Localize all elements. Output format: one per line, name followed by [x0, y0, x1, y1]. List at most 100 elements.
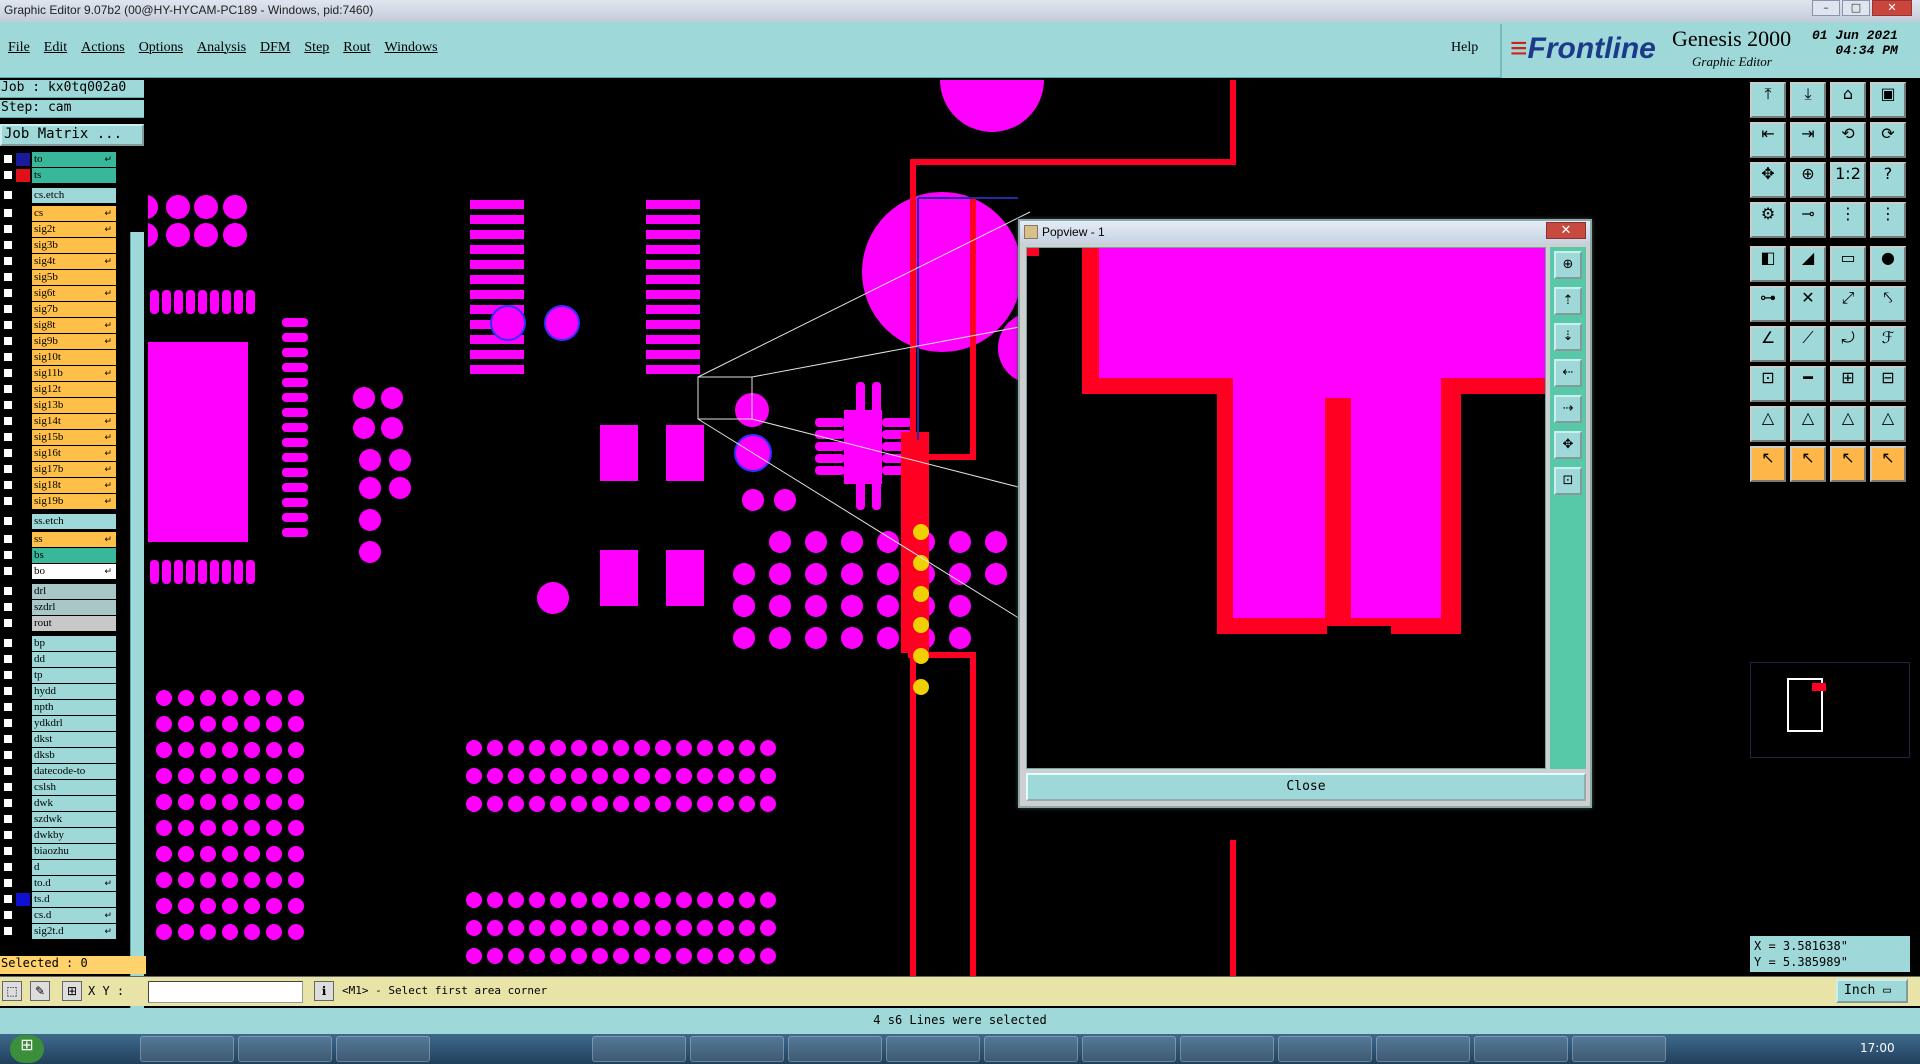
layer-name[interactable]: dd [32, 652, 116, 667]
layer-checkbox[interactable] [3, 618, 13, 628]
layer-row[interactable]: npth [0, 700, 118, 715]
center-icon[interactable]: ⊕ [1790, 162, 1826, 198]
overview-map[interactable] [1750, 662, 1910, 758]
layer-checkbox[interactable] [3, 878, 13, 888]
layer-checkbox[interactable] [3, 830, 13, 840]
layer-name[interactable]: dkst [32, 732, 116, 747]
layer-name[interactable]: sig17b ↵ [32, 462, 116, 477]
layer-checkbox[interactable] [3, 190, 13, 200]
menu-windows[interactable]: Windows [385, 40, 438, 56]
font-icon[interactable]: ℱ [1870, 326, 1906, 362]
layer-row[interactable]: sig18t ↵ [0, 478, 118, 493]
popview-canvas[interactable] [1026, 247, 1546, 769]
layer-row[interactable]: sig2t.d ↵ [0, 924, 118, 939]
layer-row[interactable]: rout [0, 616, 118, 631]
select-mode-icon[interactable]: ⬚ [2, 981, 22, 1001]
layer-checkbox[interactable] [3, 464, 13, 474]
layer-row[interactable]: ydkdrl [0, 716, 118, 731]
menu-edit[interactable]: Edit [44, 40, 67, 56]
layer-name[interactable]: cs.etch [32, 188, 116, 203]
layer-row[interactable]: sig12t [0, 382, 118, 397]
scale-icon[interactable]: 1:2 [1830, 162, 1866, 198]
grid-icon[interactable]: ⊞ [1830, 366, 1866, 402]
layer-checkbox[interactable] [3, 718, 13, 728]
layer-row[interactable]: sig11b ↵ [0, 366, 118, 381]
layer-checkbox[interactable] [3, 336, 13, 346]
delete-icon[interactable]: ✕ [1790, 286, 1826, 322]
minimize-button[interactable]: – [1812, 0, 1840, 16]
layer-name[interactable]: to ↵ [32, 152, 116, 167]
center-icon[interactable]: ⊡ [1554, 467, 1582, 495]
select-arrow-icon[interactable]: ↖ [1790, 446, 1826, 482]
menu-rout[interactable]: Rout [343, 40, 370, 56]
fill-icon[interactable]: ⊟ [1870, 366, 1906, 402]
menu-analysis[interactable]: Analysis [197, 40, 246, 56]
edit-mode-icon[interactable]: ✎ [30, 981, 50, 1001]
taskbar-item[interactable] [1376, 1036, 1470, 1062]
units-select[interactable]: Inch ▭ [1836, 979, 1908, 1003]
taskbar-item[interactable] [984, 1036, 1078, 1062]
menu-actions[interactable]: Actions [81, 40, 125, 56]
taskbar-item[interactable] [140, 1036, 234, 1062]
layer-row[interactable]: sig10t [0, 350, 118, 365]
layer-name[interactable]: ts [32, 168, 116, 183]
layer-name[interactable]: cs ↵ [32, 206, 116, 221]
arc-icon[interactable]: ⤾ [1830, 326, 1866, 362]
pan-left-icon[interactable]: ⇠ [1554, 359, 1582, 387]
taskbar-item[interactable] [1474, 1036, 1568, 1062]
layer-name[interactable]: dwkby [32, 828, 116, 843]
measure-icon[interactable]: ◢ [1790, 246, 1826, 282]
layer-name[interactable]: sig7b [32, 302, 116, 317]
pan-down-icon[interactable]: ⇣ [1554, 323, 1582, 351]
menu-step[interactable]: Step [304, 40, 329, 56]
layer-checkbox[interactable] [3, 320, 13, 330]
layer-row[interactable]: ss ↵ [0, 532, 118, 547]
layer-checkbox[interactable] [3, 926, 13, 936]
close-button[interactable]: ✕ [1872, 0, 1912, 16]
layer-name[interactable]: sig12t [32, 382, 116, 397]
layers-alt-icon[interactable]: ⋮ [1870, 202, 1906, 238]
layer-checkbox[interactable] [3, 224, 13, 234]
layer-name[interactable]: ss.etch [32, 514, 116, 529]
layer-name[interactable]: sig19b ↵ [32, 494, 116, 509]
multi-select-icon[interactable]: ↖ [1870, 446, 1906, 482]
layer-name[interactable]: sig4t ↵ [32, 254, 116, 269]
edit-arrow-icon[interactable]: ↖ [1830, 446, 1866, 482]
layer-name[interactable]: sig3b [32, 238, 116, 253]
layer-checkbox[interactable] [3, 400, 13, 410]
layer-name[interactable]: sig6t ↵ [32, 286, 116, 301]
popview-close-x[interactable]: ✕ [1546, 222, 1586, 239]
pointer-icon[interactable]: ↖ [1750, 446, 1786, 482]
layer-name[interactable]: npth [32, 700, 116, 715]
start-button[interactable]: ⊞ [10, 1035, 44, 1063]
layer-checkbox[interactable] [3, 686, 13, 696]
layer-row[interactable]: sig17b ↵ [0, 462, 118, 477]
layer-row[interactable]: sig9b ↵ [0, 334, 118, 349]
layout-icon[interactable]: ▣ [1870, 82, 1906, 118]
taskbar-item[interactable] [1278, 1036, 1372, 1062]
layer-name[interactable]: szdrl [32, 600, 116, 615]
layer-row[interactable]: dwkby [0, 828, 118, 843]
layer-row[interactable]: sig2t ↵ [0, 222, 118, 237]
layer-row[interactable]: biaozhu [0, 844, 118, 859]
probe-icon[interactable]: ⊸ [1790, 202, 1826, 238]
menu-dfm[interactable]: DFM [260, 40, 290, 56]
layer-row[interactable]: cs.etch [0, 188, 118, 203]
taskbar-item[interactable] [886, 1036, 980, 1062]
layer-name[interactable]: cs.d ↵ [32, 908, 116, 923]
grid-icon[interactable]: ⊞ [62, 981, 82, 1001]
layer-row[interactable]: ts [0, 168, 118, 183]
zoom-home-icon[interactable]: ⤒ [1750, 82, 1786, 118]
layer-name[interactable]: sig15b ↵ [32, 430, 116, 445]
layer-checkbox[interactable] [3, 368, 13, 378]
layer-checkbox[interactable] [3, 750, 13, 760]
layer-checkbox[interactable] [3, 170, 13, 180]
layer-checkbox[interactable] [3, 208, 13, 218]
layer-name[interactable]: bs [32, 548, 116, 563]
layer-row[interactable]: dwk [0, 796, 118, 811]
line-icon[interactable]: ⟋ [1790, 326, 1826, 362]
taskbar-item[interactable] [336, 1036, 430, 1062]
layer-row[interactable]: drl [0, 584, 118, 599]
layer-row[interactable]: hydd [0, 684, 118, 699]
layer-name[interactable]: sig14t ↵ [32, 414, 116, 429]
